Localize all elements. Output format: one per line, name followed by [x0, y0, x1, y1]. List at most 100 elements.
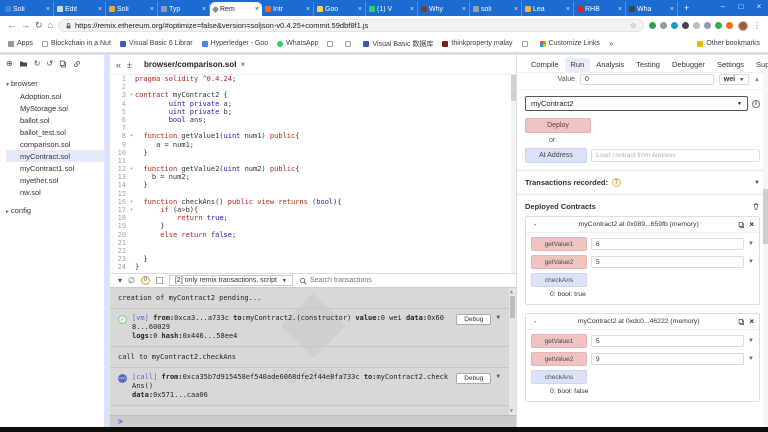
- tab-close-icon[interactable]: ×: [462, 6, 466, 13]
- code-line[interactable]: 15: [110, 190, 516, 198]
- copy-address-icon[interactable]: [738, 221, 745, 229]
- value-input[interactable]: [580, 74, 714, 85]
- scroll-up-icon[interactable]: ▲: [754, 77, 760, 83]
- file-item[interactable]: comparison.sol: [6, 138, 104, 150]
- run-panel-scrollbar[interactable]: [763, 69, 768, 427]
- extension-icon[interactable]: [726, 22, 733, 29]
- close-button[interactable]: ×: [750, 0, 768, 14]
- file-item[interactable]: nw.sol: [6, 186, 104, 198]
- create-file-icon[interactable]: ⊕: [6, 60, 13, 68]
- chevron-down-icon[interactable]: ▼: [754, 180, 760, 186]
- chevron-down-icon[interactable]: ▼: [748, 241, 754, 247]
- remove-instance-icon[interactable]: ×: [749, 220, 754, 229]
- code-line[interactable]: 23 }: [110, 255, 516, 263]
- code-line[interactable]: 3▾contract myContract2 {: [110, 91, 516, 99]
- terminal-scrollbar[interactable]: ▲▼: [509, 288, 516, 415]
- instance-header[interactable]: -myContract2 at 0x089...659fb (memory)×: [526, 217, 759, 233]
- code-line[interactable]: 17▾ if (a>b){: [110, 206, 516, 214]
- extension-icon[interactable]: [671, 22, 678, 29]
- bookmark-item[interactable]: thinkproperty malay: [442, 40, 512, 47]
- code-line[interactable]: 2: [110, 83, 516, 91]
- extension-icon[interactable]: [704, 22, 711, 29]
- file-item[interactable]: myContract.sol: [6, 150, 104, 162]
- contract-select[interactable]: myContract2 ▼: [525, 96, 748, 111]
- code-line[interactable]: 12▾ function getValue2(uint num2) public…: [110, 165, 516, 173]
- clear-console-icon[interactable]: ∅: [128, 277, 135, 285]
- info-icon[interactable]: i: [752, 100, 760, 108]
- collapse-instance-icon[interactable]: -: [531, 317, 539, 326]
- code-line[interactable]: 13 b = num2;: [110, 173, 516, 181]
- home-icon[interactable]: ⌂: [48, 21, 53, 30]
- tab-debugger[interactable]: Debugger: [666, 58, 711, 72]
- code-line[interactable]: 9 a = num1;: [110, 141, 516, 149]
- swap-panel-icon[interactable]: ±: [127, 60, 132, 70]
- chevron-down-icon[interactable]: ▼: [496, 373, 500, 380]
- function-arg-input[interactable]: [591, 256, 744, 268]
- folder-browser[interactable]: ▾browser: [6, 79, 104, 88]
- browser-tab[interactable]: Edit×: [54, 2, 106, 16]
- bookmark-item[interactable]: Other bookmarks: [697, 40, 760, 47]
- bookmark-item[interactable]: WhatsApp: [277, 40, 318, 47]
- function-button-getvalue2[interactable]: getValue2: [531, 352, 587, 366]
- chevron-down-icon[interactable]: ▼: [748, 338, 754, 344]
- terminal-collapse-icon[interactable]: ▾: [118, 277, 122, 285]
- tab-close-icon[interactable]: ×: [670, 6, 674, 13]
- chevron-down-icon[interactable]: ▼: [748, 356, 754, 362]
- tab-settings[interactable]: Settings: [711, 58, 750, 72]
- code-line[interactable]: 7: [110, 124, 516, 132]
- browser-tab[interactable]: (1) V×: [366, 2, 418, 16]
- code-line[interactable]: 24}: [110, 263, 516, 271]
- instance-header[interactable]: -myContract2 at 0xdc0...46222 (memory)×: [526, 314, 759, 330]
- debug-button[interactable]: Debug: [456, 373, 491, 384]
- profile-avatar[interactable]: [738, 21, 748, 31]
- tab-close-icon[interactable]: ×: [150, 6, 154, 13]
- trash-icon[interactable]: [752, 202, 760, 211]
- tab-close-icon[interactable]: ×: [566, 6, 570, 13]
- terminal-filter-dropdown[interactable]: [2] only remix transactions, script ▼: [169, 275, 293, 286]
- code-line[interactable]: 21: [110, 239, 516, 247]
- deploy-button[interactable]: Deploy: [525, 118, 591, 133]
- tab-run[interactable]: Run: [565, 58, 591, 72]
- code-line[interactable]: 5 uint private b;: [110, 108, 516, 116]
- remove-instance-icon[interactable]: ×: [749, 317, 754, 326]
- code-line[interactable]: 8▾ function getValue1(uint num1) public{: [110, 132, 516, 140]
- function-arg-input[interactable]: [591, 353, 744, 365]
- code-line[interactable]: 20 else return false;: [110, 231, 516, 239]
- terminal-search[interactable]: [299, 277, 508, 285]
- bookmarks-overflow-icon[interactable]: »: [609, 39, 613, 48]
- code-line[interactable]: 6 bool ans;: [110, 116, 516, 124]
- at-address-input[interactable]: [591, 149, 760, 162]
- value-unit-select[interactable]: wei▼: [719, 74, 749, 85]
- maximize-button[interactable]: □: [732, 0, 750, 14]
- browser-tab[interactable]: RHB×: [574, 2, 626, 16]
- browser-tab[interactable]: Wha×: [626, 2, 678, 16]
- bookmark-item[interactable]: [327, 41, 336, 47]
- bookmark-item[interactable]: [522, 41, 531, 47]
- function-arg-input[interactable]: [591, 335, 744, 347]
- extension-icon[interactable]: [660, 22, 667, 29]
- extension-icon[interactable]: [682, 22, 689, 29]
- tab-close-icon[interactable]: ×: [255, 6, 259, 13]
- address-bar[interactable]: https://remix.ethereum.org/#optimize=fal…: [58, 19, 644, 32]
- browser-tab[interactable]: soli×: [470, 2, 522, 16]
- function-button-getvalue1[interactable]: getValue1: [531, 237, 587, 251]
- bookmark-item[interactable]: Customize Links: [540, 40, 600, 47]
- copy-to-instance-icon[interactable]: ↺: [46, 60, 53, 68]
- transactions-recorded-row[interactable]: Transactions recorded: 7 ▼: [517, 172, 768, 196]
- code-line[interactable]: 18 return true;: [110, 214, 516, 222]
- terminal[interactable]: remix creation of myContract2 pending...…: [110, 288, 516, 415]
- editor-file-tab[interactable]: browser/comparison.sol ×: [138, 58, 251, 71]
- search-transactions-input[interactable]: [310, 277, 430, 284]
- file-item[interactable]: Adoption.sol: [6, 90, 104, 102]
- file-item[interactable]: myContract1.sol: [6, 162, 104, 174]
- bookmark-item[interactable]: Apps: [8, 40, 33, 47]
- tab-close-icon[interactable]: ×: [202, 6, 206, 13]
- back-icon[interactable]: ←: [7, 21, 16, 30]
- debug-button[interactable]: Debug: [456, 314, 491, 325]
- code-line[interactable]: 16▾ function checkAns() public view retu…: [110, 198, 516, 206]
- tab-close-icon[interactable]: ×: [358, 6, 362, 13]
- code-line[interactable]: 19 }: [110, 222, 516, 230]
- function-button-checkans[interactable]: checkAns: [531, 370, 587, 384]
- browser-tab[interactable]: Soli×: [2, 2, 54, 16]
- forward-icon[interactable]: →: [21, 21, 30, 30]
